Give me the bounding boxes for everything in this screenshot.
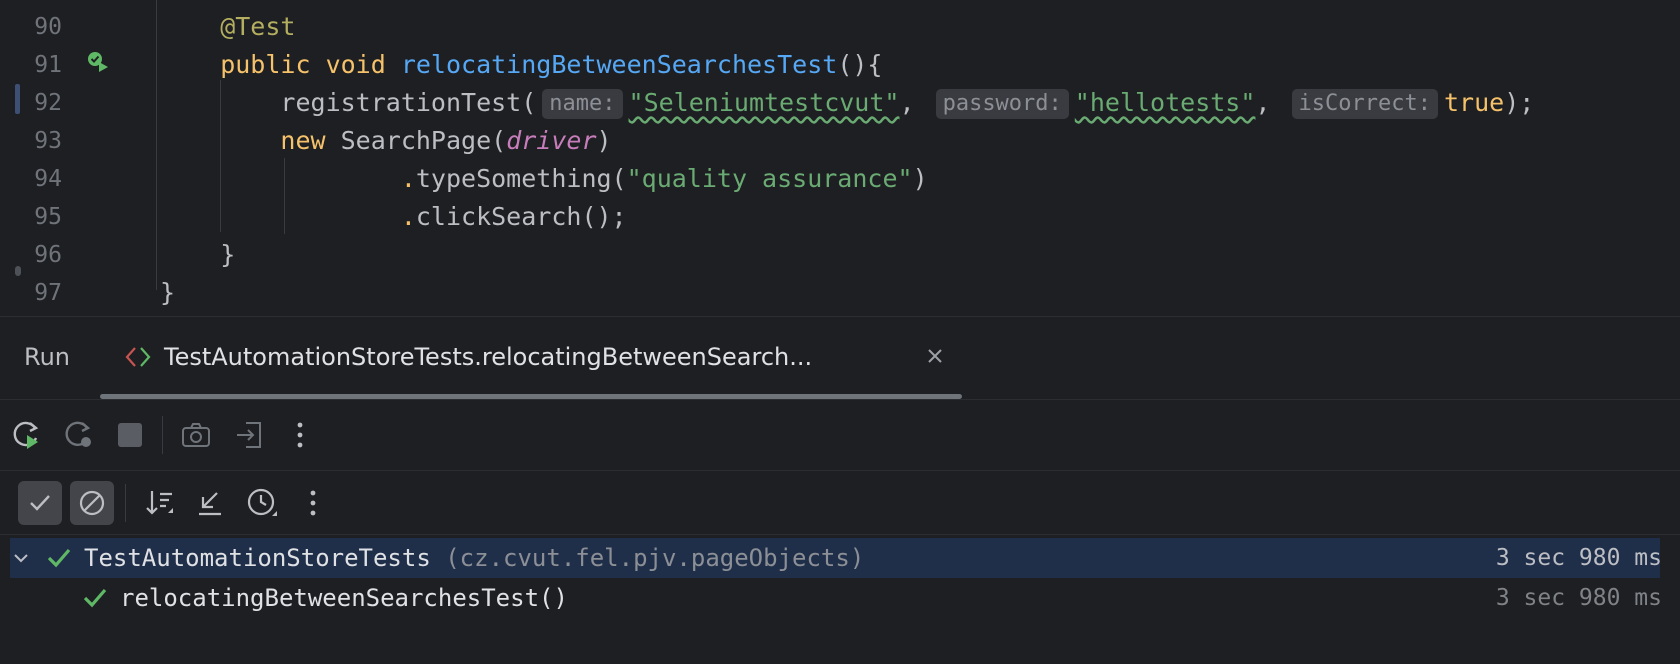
code-token: .: [160, 202, 416, 231]
line-number: 96: [34, 242, 62, 268]
code-token: public void: [160, 50, 401, 79]
line-number: 97: [34, 280, 62, 306]
test-duration: 3 sec 980 ms: [1495, 585, 1662, 611]
code-token: ,: [899, 88, 930, 117]
code-token: typeSomething(: [415, 164, 627, 193]
close-icon[interactable]: [922, 343, 948, 369]
code-line[interactable]: }: [160, 236, 235, 274]
run-panel-title: Run: [24, 343, 71, 371]
rerun-failed-button[interactable]: [58, 415, 98, 455]
history-icon: [247, 488, 277, 516]
code-token: registrationTest(: [160, 88, 537, 117]
test-filter-toolbar: [0, 470, 1680, 535]
parameter-hint: isCorrect:: [1291, 89, 1438, 119]
export-button[interactable]: [230, 415, 270, 455]
test-passed-icon: [47, 548, 71, 568]
code-line[interactable]: @Test: [160, 8, 295, 46]
toolbar-separator: [125, 484, 126, 522]
code-editor[interactable]: 90 @Test 91 public void relocatingBetween…: [0, 0, 1680, 316]
code-token: "Seleniumtestcvut": [628, 88, 900, 117]
run-tab-title: TestAutomationStoreTests.relocatingBetwe…: [164, 343, 813, 371]
code-token: .: [160, 164, 416, 193]
code-token: new: [160, 126, 341, 155]
stop-icon: [118, 423, 142, 447]
code-line[interactable]: .typeSomething("quality assurance"): [160, 160, 928, 198]
show-passed-toggle[interactable]: [18, 481, 62, 525]
checkmark-icon: [30, 495, 50, 511]
run-test-gutter-icon[interactable]: [86, 50, 110, 74]
line-number: 90: [34, 14, 62, 40]
suite-name: TestAutomationStoreTests: [84, 544, 431, 572]
parameter-hint: name:: [542, 89, 623, 119]
collapse-icon: [199, 492, 221, 516]
code-line[interactable]: .clickSearch();: [160, 198, 627, 236]
test-name: relocatingBetweenSearchesTest(): [120, 584, 568, 612]
more-button[interactable]: [280, 415, 320, 455]
indent-guide: [156, 0, 157, 290]
sort-button[interactable]: [140, 483, 180, 523]
camera-icon: [182, 423, 210, 447]
code-line[interactable]: new SearchPage(driver): [160, 122, 612, 160]
test-passed-icon: [83, 588, 107, 608]
show-ignored-toggle[interactable]: [70, 481, 114, 525]
code-token: ): [912, 164, 928, 193]
code-token: (){: [837, 50, 883, 79]
stop-button[interactable]: [110, 415, 150, 455]
line-number: 93: [34, 128, 62, 154]
parameter-hint: password:: [935, 89, 1069, 119]
run-config-tab[interactable]: TestAutomationStoreTests.relocatingBetwe…: [100, 317, 962, 399]
run-tabbar: Run TestAutomationStoreTests.relocatingB…: [0, 317, 1680, 399]
suite-package: (cz.cvut.fel.pjv.pageObjects): [445, 544, 865, 572]
more-icon: [297, 422, 303, 448]
tree-row-test[interactable]: relocatingBetweenSearchesTest() 3 sec 98…: [10, 578, 1662, 618]
test-config-icon: [125, 347, 151, 367]
export-icon: [237, 422, 261, 448]
suite-duration: 3 sec 980 ms: [1495, 545, 1662, 571]
sort-icon: [146, 491, 173, 515]
code-token: }: [160, 278, 176, 307]
code-token: @Test: [160, 12, 296, 41]
rerun-failed-icon: [65, 421, 91, 447]
line-number: 95: [34, 204, 62, 230]
code-line[interactable]: }: [160, 274, 175, 312]
more-button[interactable]: [293, 483, 333, 523]
code-token: }: [160, 240, 236, 269]
ignored-icon: [79, 490, 105, 516]
tree-row-suite[interactable]: TestAutomationStoreTests (cz.cvut.fel.pj…: [10, 538, 1662, 578]
rerun-icon: [13, 421, 39, 449]
test-history-button[interactable]: [242, 483, 282, 523]
toolbar-separator: [162, 416, 163, 454]
line-number: 92: [34, 90, 62, 116]
screenshot-button[interactable]: [176, 415, 216, 455]
line-number: 91: [34, 52, 62, 78]
code-token: "quality assurance": [626, 164, 913, 193]
run-toolbar: [0, 399, 1680, 471]
code-line[interactable]: registrationTest(name: "Seleniumtestcvut"…: [160, 84, 1534, 122]
rerun-button[interactable]: [6, 415, 46, 455]
code-token: ): [596, 126, 612, 155]
code-token: true: [1443, 88, 1505, 117]
code-token: driver: [506, 126, 597, 155]
code-token: "hellotests": [1074, 88, 1256, 117]
chevron-down-icon[interactable]: [12, 549, 30, 567]
code-token: clickSearch();: [415, 202, 627, 231]
code-token: relocatingBetweenSearchesTest: [400, 50, 838, 79]
line-number: 94: [34, 166, 62, 192]
collapse-all-button[interactable]: [190, 483, 230, 523]
code-token: );: [1504, 88, 1535, 117]
code-token: ,: [1255, 88, 1286, 117]
code-line[interactable]: public void relocatingBetweenSearchesTes…: [160, 46, 882, 84]
more-icon: [310, 490, 316, 516]
code-token: SearchPage(: [340, 126, 507, 155]
